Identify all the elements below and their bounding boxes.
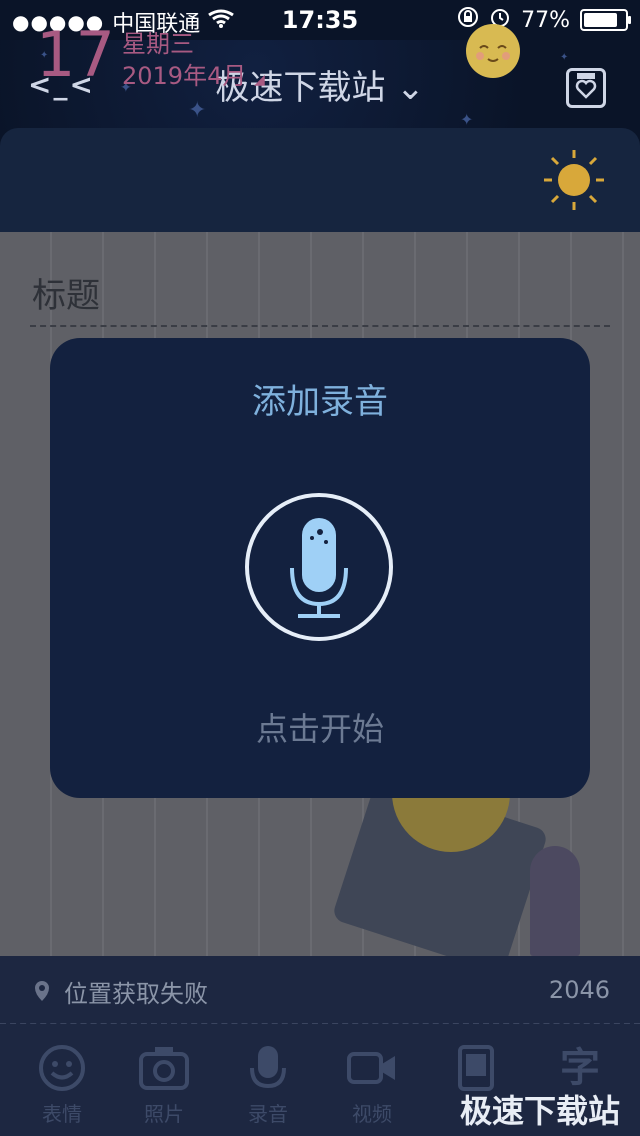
video-button[interactable]: 视频	[332, 1044, 412, 1127]
photo-button[interactable]: 照片	[124, 1044, 204, 1127]
battery-fill	[584, 13, 617, 27]
sleepy-face-icon	[476, 45, 510, 62]
microphone-icon	[245, 493, 393, 641]
battery-percent: 77%	[521, 7, 570, 33]
audio-label: 录音	[248, 1102, 288, 1126]
weekday: 星期三	[122, 30, 194, 58]
triangle-icon: ◢	[254, 72, 265, 88]
word-count: 2046	[548, 976, 610, 1004]
heart-icon	[575, 73, 597, 99]
star-decoration: ✦	[460, 110, 474, 129]
text-icon: 字	[560, 1045, 600, 1091]
dialog-title: 添加录音	[252, 382, 388, 422]
background-illustration	[530, 846, 580, 956]
title-field[interactable]: 标题	[32, 268, 100, 317]
camera-icon	[139, 1047, 189, 1090]
dialog-hint: 点击开始	[255, 710, 384, 748]
battery-icon	[580, 9, 631, 31]
location-text[interactable]: 位置获取失败	[64, 974, 208, 1009]
card-icon	[458, 1045, 494, 1091]
emoji-label: 表情	[42, 1102, 82, 1126]
emoji-button[interactable]: 表情	[22, 1044, 102, 1127]
month-year: 2019年4月	[122, 62, 247, 90]
watermark: 极速下载站	[459, 1092, 620, 1130]
microphone-icon	[250, 1046, 286, 1089]
photo-label: 照片	[144, 1102, 184, 1126]
divider	[30, 325, 610, 327]
video-label: 视频	[352, 1102, 392, 1126]
smile-icon	[39, 1045, 85, 1091]
sun-icon	[544, 150, 604, 210]
record-button[interactable]	[244, 492, 394, 642]
weather-icon[interactable]	[542, 148, 606, 216]
audio-button[interactable]: 录音	[228, 1044, 308, 1127]
text-button[interactable]: 字	[540, 1044, 620, 1092]
day-number: 17	[36, 18, 115, 91]
save-button[interactable]	[566, 68, 606, 108]
month-selector[interactable]: 2019年4月 ◢	[122, 56, 265, 91]
location-pin-icon	[34, 980, 50, 1006]
mood-icon[interactable]	[466, 24, 520, 78]
video-camera-icon	[347, 1052, 395, 1084]
